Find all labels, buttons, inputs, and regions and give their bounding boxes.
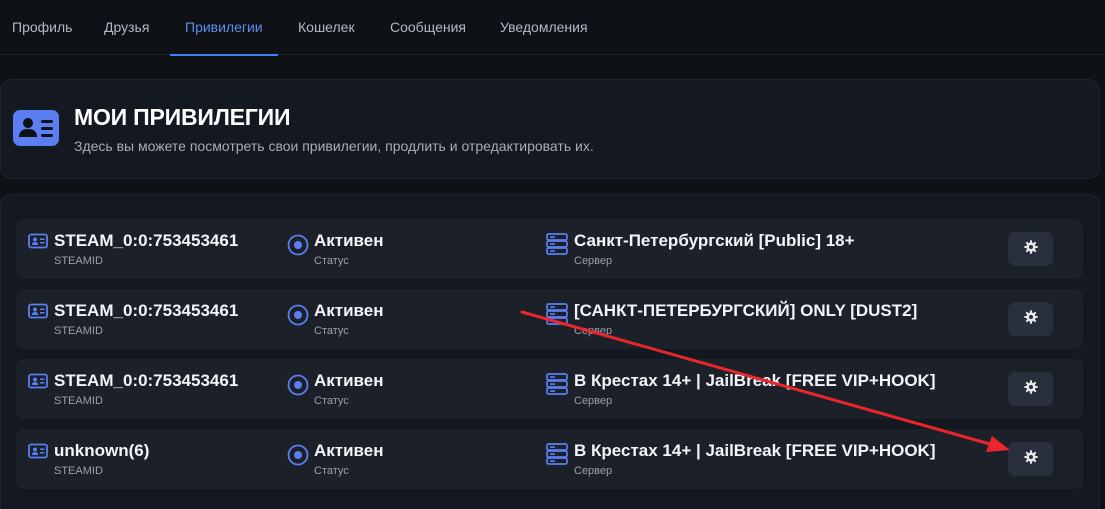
gear-icon [1023, 379, 1038, 399]
tab-messages[interactable]: Сообщения [390, 0, 466, 55]
status-label: Статус [314, 325, 349, 337]
page-title: МОИ ПРИВИЛЕГИИ [74, 104, 291, 130]
privileges-header: МОИ ПРИВИЛЕГИИ Здесь вы можете посмотрет… [0, 79, 1100, 179]
server-icon [546, 443, 568, 470]
settings-button[interactable] [1008, 372, 1053, 406]
status-value: Активен [314, 301, 384, 320]
id-card-icon [28, 303, 48, 324]
steamid-value: STEAM_0:0:753453461 [54, 231, 239, 250]
server-label: Сервер [574, 325, 613, 337]
id-card-icon [13, 110, 59, 146]
server-label: Сервер [574, 465, 613, 477]
tab-notifications[interactable]: Уведомления [500, 0, 588, 55]
server-value: [САНКТ-ПЕТЕРБУРГСКИЙ] ONLY [DUST2] [574, 301, 918, 320]
gear-icon [1023, 449, 1038, 469]
status-label: Статус [314, 255, 349, 267]
gear-icon [1023, 239, 1038, 259]
id-card-icon [28, 233, 48, 254]
status-label: Статус [314, 395, 349, 407]
server-icon [546, 373, 568, 400]
steamid-value: unknown(6) [54, 441, 150, 460]
status-value: Активен [314, 441, 384, 460]
status-label: Статус [314, 465, 349, 477]
profile-tabs: Профиль Друзья Привилегии Кошелек Сообще… [0, 0, 1105, 56]
privilege-row: STEAM_0:0:753453461 STEAMID Активен Стат… [16, 219, 1083, 279]
server-value: В Крестах 14+ | JailBreak [FREE VIP+HOOK… [574, 441, 936, 460]
privileges-list: STEAM_0:0:753453461 STEAMID Активен Стат… [0, 194, 1100, 509]
radio-dot-icon [287, 304, 309, 331]
server-value: В Крестах 14+ | JailBreak [FREE VIP+HOOK… [574, 371, 936, 390]
steamid-value: STEAM_0:0:753453461 [54, 371, 239, 390]
tab-profile[interactable]: Профиль [12, 0, 72, 55]
steamid-label: STEAMID [54, 395, 103, 407]
server-label: Сервер [574, 395, 613, 407]
settings-button[interactable] [1008, 232, 1053, 266]
id-card-icon [28, 373, 48, 394]
tab-privileges[interactable]: Привилегии [170, 0, 278, 56]
settings-button[interactable] [1008, 302, 1053, 336]
privileges-page: Профиль Друзья Привилегии Кошелек Сообще… [0, 0, 1105, 509]
status-value: Активен [314, 231, 384, 250]
page-description: Здесь вы можете посмотреть свои привилег… [74, 138, 594, 154]
id-card-icon [28, 443, 48, 464]
steamid-value: STEAM_0:0:753453461 [54, 301, 239, 320]
steamid-label: STEAMID [54, 255, 103, 267]
gear-icon [1023, 309, 1038, 329]
server-icon [546, 303, 568, 330]
status-value: Активен [314, 371, 384, 390]
settings-button[interactable] [1008, 442, 1053, 476]
server-icon [546, 233, 568, 260]
radio-dot-icon [287, 234, 309, 261]
tab-friends[interactable]: Друзья [104, 0, 149, 55]
server-label: Сервер [574, 255, 613, 267]
privilege-row: STEAM_0:0:753453461 STEAMID Активен Стат… [16, 289, 1083, 349]
server-value: Санкт-Петербургский [Public] 18+ [574, 231, 855, 250]
tab-wallet[interactable]: Кошелек [298, 0, 355, 55]
steamid-label: STEAMID [54, 325, 103, 337]
privilege-row: STEAM_0:0:753453461 STEAMID Активен Стат… [16, 359, 1083, 419]
privilege-row: unknown(6) STEAMID Активен Статус В Крес… [16, 429, 1083, 489]
radio-dot-icon [287, 444, 309, 471]
steamid-label: STEAMID [54, 465, 103, 477]
radio-dot-icon [287, 374, 309, 401]
